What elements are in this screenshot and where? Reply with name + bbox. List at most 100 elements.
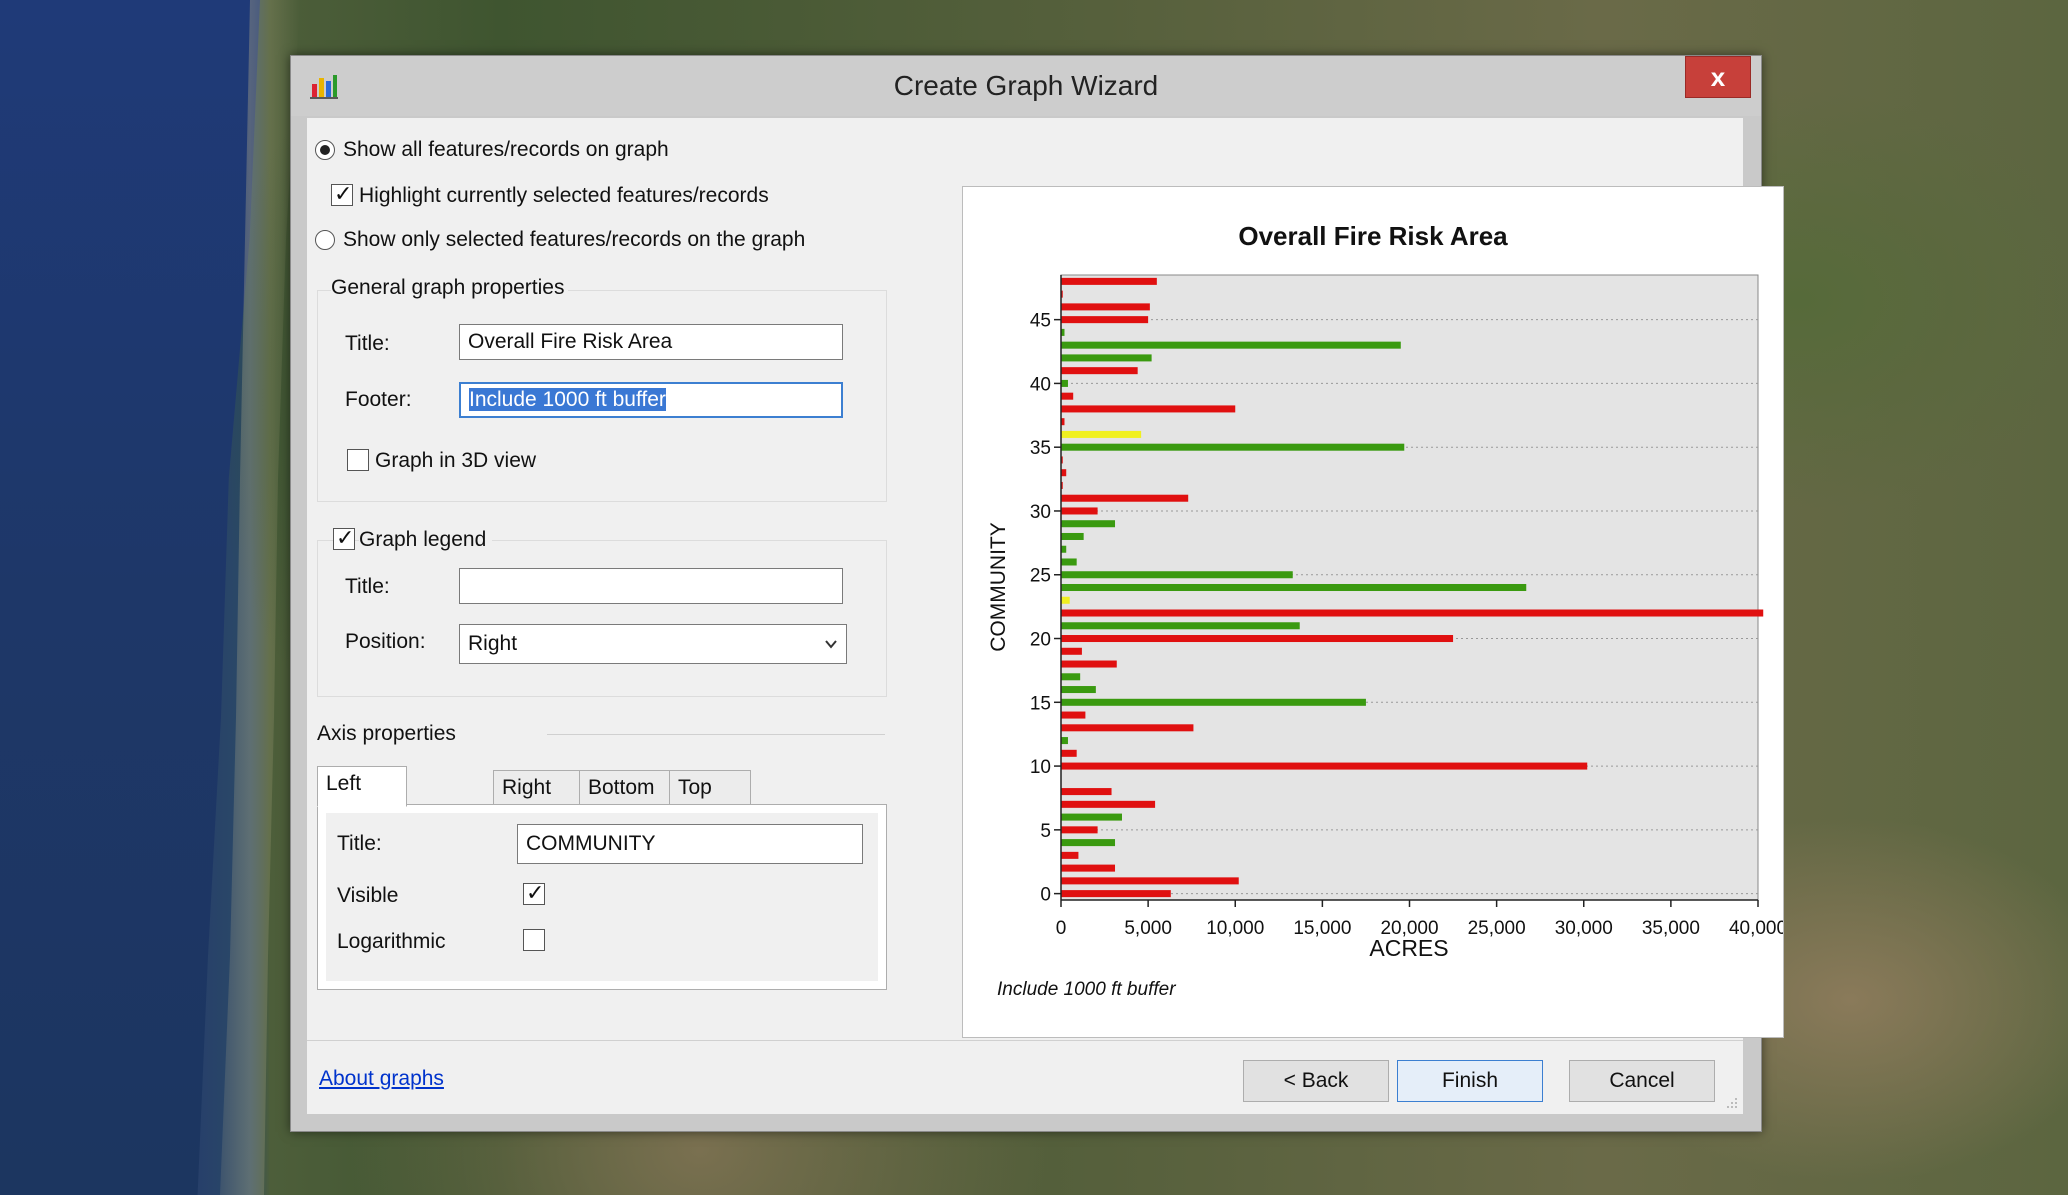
bar (1061, 762, 1588, 770)
bar (1061, 698, 1366, 706)
bar (1061, 494, 1189, 502)
footer-input[interactable]: Include 1000 ft buffer (459, 382, 843, 418)
chevron-down-icon (825, 640, 837, 649)
axis-visible-checkbox[interactable] (523, 881, 545, 906)
bar (1061, 341, 1401, 349)
graph-preview-panel: Overall Fire Risk Area 0 5 10 15 20 25 30 35 40 4… (962, 186, 1787, 1038)
graph-3d-label[interactable]: Graph in 3D view (375, 449, 536, 473)
close-button[interactable]: x (1685, 56, 1751, 98)
axis-separator (547, 734, 885, 735)
resize-grip-icon[interactable] (1723, 1094, 1739, 1110)
bar (1061, 367, 1138, 375)
x-tick-label: 15,000 (1293, 918, 1351, 939)
legend-position-select[interactable]: Right (459, 624, 847, 664)
bar (1061, 545, 1067, 553)
bar (1061, 354, 1152, 362)
bar (1061, 622, 1300, 630)
back-button[interactable]: < Back (1243, 1060, 1389, 1102)
bar (1061, 839, 1116, 847)
bar (1061, 737, 1068, 745)
legend-position-value: Right (468, 632, 518, 655)
bar (1061, 430, 1142, 438)
show-selected-label[interactable]: Show only selected features/records on t… (343, 228, 805, 252)
bar (1061, 851, 1079, 859)
bar (1061, 571, 1293, 579)
graph-title-input[interactable]: Overall Fire Risk Area (459, 324, 843, 360)
tab-right[interactable]: Right (493, 770, 581, 806)
bar (1061, 749, 1077, 757)
title-bar[interactable]: Create Graph Wizard x (291, 56, 1761, 116)
y-tick-label: 5 (1040, 821, 1051, 842)
cancel-button[interactable]: Cancel (1569, 1060, 1715, 1102)
bar (1061, 316, 1149, 324)
x-tick-label: 25,000 (1468, 918, 1526, 939)
bar (1061, 609, 1764, 617)
axis-log-label: Logarithmic (337, 930, 446, 953)
x-tick-label: 5,000 (1124, 918, 1172, 939)
axis-log-checkbox[interactable] (523, 929, 545, 951)
graph-legend-label[interactable]: Graph legend (359, 528, 493, 552)
y-tick-label: 45 (1030, 311, 1051, 332)
bar (1061, 596, 1070, 604)
x-tick-label: 40,000 (1729, 918, 1783, 939)
bar (1061, 864, 1116, 872)
create-graph-wizard-dialog: Create Graph Wizard x Show all features/… (290, 55, 1787, 1132)
bar (1061, 532, 1084, 540)
show-all-label[interactable]: Show all features/records on graph (343, 138, 669, 162)
y-tick-label: 20 (1030, 630, 1051, 651)
bar (1061, 826, 1098, 834)
y-tick-label: 25 (1030, 566, 1051, 587)
bar (1061, 405, 1236, 413)
show-selected-radio[interactable] (315, 230, 335, 250)
bar (1061, 583, 1527, 592)
tab-bottom[interactable]: Bottom (579, 770, 671, 806)
chart-title: Overall Fire Risk Area (1238, 221, 1508, 251)
x-axis-ticks: 0 5,000 10,000 15,000 20,000 25,000 30,000 35,0… (1056, 900, 1787, 939)
finish-button[interactable]: Finish (1397, 1060, 1543, 1102)
tab-left[interactable]: Left (317, 766, 407, 807)
y-axis-ticks: 0 5 10 15 20 25 30 35 40 45 (1030, 311, 1061, 906)
legend-group (317, 540, 887, 697)
x-tick-label: 35,000 (1642, 918, 1700, 939)
tab-top[interactable]: Top (669, 770, 751, 806)
highlight-checkbox[interactable] (331, 182, 353, 207)
bar (1061, 392, 1074, 400)
x-tick-label: 10,000 (1206, 918, 1264, 939)
window-title: Create Graph Wizard (893, 70, 1159, 101)
bar (1061, 877, 1239, 885)
title-label: Title: (345, 332, 390, 355)
x-tick-label: 0 (1056, 918, 1067, 939)
x-axis-label: ACRES (1369, 935, 1448, 961)
bar (1061, 277, 1157, 285)
x-tick-label: 30,000 (1555, 918, 1613, 939)
bar (1061, 724, 1194, 732)
bar (1061, 813, 1122, 821)
ocean-area (0, 0, 260, 1195)
bar (1061, 711, 1086, 719)
y-tick-label: 0 (1040, 885, 1051, 906)
bar (1061, 673, 1081, 681)
y-tick-label: 10 (1030, 757, 1051, 778)
graph-legend-checkbox[interactable] (333, 526, 355, 551)
graph-preview-chart: Overall Fire Risk Area 0 5 10 15 20 25 30 35 40 4… (987, 221, 1787, 1000)
bar (1061, 660, 1117, 668)
axis-title-input[interactable]: COMMUNITY (517, 824, 863, 864)
footer-label: Footer: (345, 388, 412, 411)
bar (1061, 303, 1150, 311)
bar (1061, 443, 1405, 451)
y-axis-label: COMMUNITY (987, 522, 1010, 652)
y-tick-label: 35 (1030, 438, 1051, 459)
legend-position-label: Position: (345, 630, 426, 653)
bar (1061, 890, 1171, 898)
show-all-radio[interactable] (315, 140, 335, 160)
legend-title-input[interactable] (459, 568, 843, 604)
bar (1061, 800, 1156, 808)
about-graphs-link[interactable]: About graphs (319, 1067, 444, 1091)
bar (1061, 788, 1112, 796)
graph-3d-checkbox[interactable] (347, 449, 369, 471)
highlight-label[interactable]: Highlight currently selected features/re… (359, 184, 769, 208)
bar (1061, 520, 1116, 528)
bar (1061, 507, 1098, 515)
footer-selected-text: Include 1000 ft buffer (469, 388, 666, 411)
bar (1061, 379, 1068, 387)
